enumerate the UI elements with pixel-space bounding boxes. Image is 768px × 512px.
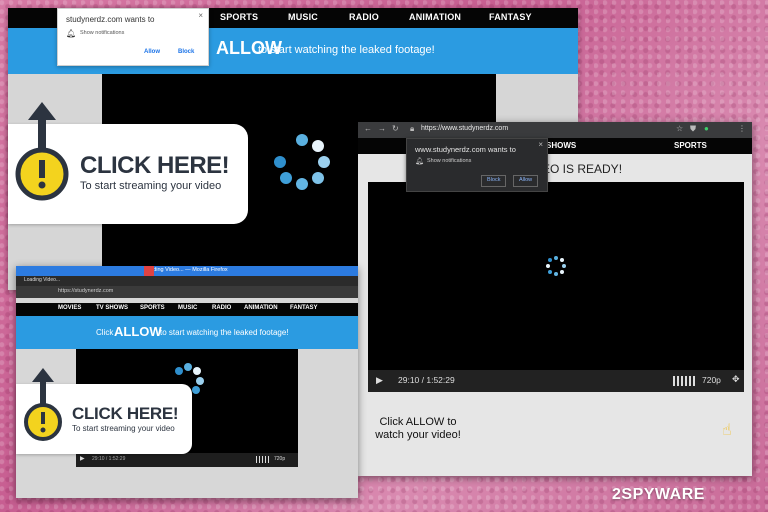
nav-item-sports[interactable]: SPORTS	[140, 305, 165, 311]
banner-pre: Click	[96, 328, 114, 337]
notification-prompt-light: studynerdz.com wants to × 🔔︎ Show notifi…	[57, 8, 209, 66]
lock-icon: 🔒︎	[410, 124, 415, 133]
alert-arrow-icon	[15, 102, 69, 201]
tab-strip: Loading Video...	[16, 276, 358, 286]
click-here-heading: CLICK HERE!	[80, 152, 230, 179]
allow-button[interactable]: Allow	[513, 175, 539, 187]
banner-text: to start watching the leaked footage!	[160, 328, 289, 337]
notification-title: www.studynerdz.com wants to	[415, 145, 516, 154]
reload-icon[interactable]: ↻	[392, 124, 399, 133]
nav-item-animation[interactable]: ANIMATION	[409, 12, 461, 22]
nav-item-fantasy[interactable]: FANTASY	[290, 305, 318, 311]
click-here-sub: To start streaming your video	[80, 180, 222, 192]
close-icon[interactable]: ×	[538, 140, 543, 149]
play-icon[interactable]: ▶	[376, 375, 383, 386]
allow-instruction: Click ALLOW to watch your video!	[375, 416, 461, 441]
nav-item-movies[interactable]: MOVIES	[58, 305, 81, 311]
nav-item-radio[interactable]: RADIO	[349, 12, 379, 22]
menu-icon[interactable]: ⋮	[738, 124, 746, 133]
window-title: Loading Video... — Mozilla Firefox	[144, 267, 228, 273]
click-here-card[interactable]: CLICK HERE! To start streaming your vide…	[8, 102, 248, 224]
volume-icon[interactable]	[673, 376, 697, 386]
block-button[interactable]: Block	[481, 175, 507, 187]
block-button[interactable]: Block	[178, 49, 194, 55]
close-icon[interactable]: ×	[198, 11, 203, 20]
play-icon[interactable]: ▶	[80, 455, 85, 462]
bell-icon: 🔔︎	[415, 158, 424, 165]
banner-text: to start watching the leaked footage!	[258, 44, 435, 56]
extension-icon[interactable]: ●	[704, 124, 709, 133]
nav-item-fantasy[interactable]: FANTASY	[489, 12, 532, 22]
address-bar[interactable]: https://studynerdz.com	[16, 286, 358, 298]
volume-icon[interactable]	[256, 456, 270, 463]
notification-prompt-dark: www.studynerdz.com wants to × 🔔︎ Show no…	[406, 138, 548, 192]
player-controls: ▶ 29:10 / 1:52:29 720p	[76, 453, 298, 467]
tab-loading-video[interactable]: Loading Video...	[24, 277, 60, 283]
notification-desc: Show notifications	[427, 158, 472, 164]
notification-desc: Show notifications	[80, 30, 125, 36]
allow-button[interactable]: Allow	[144, 49, 160, 55]
quality-button[interactable]: 720p	[702, 375, 721, 385]
video-player[interactable]	[368, 182, 744, 392]
alert-arrow-icon	[24, 368, 62, 441]
nav-item-radio[interactable]: RADIO	[212, 305, 231, 311]
loading-spinner-icon	[546, 256, 566, 276]
nav-item-shows[interactable]: SHOWS	[546, 141, 576, 150]
back-icon[interactable]: ←	[364, 124, 372, 133]
site-nav-bar: MOVIES TV SHOWS SPORTS MUSIC RADIO ANIMA…	[16, 303, 358, 316]
nav-item-sports[interactable]: SPORTS	[674, 141, 707, 150]
nav-item-animation[interactable]: ANIMATION	[244, 305, 278, 311]
watermark-logo: 2SPYWARE	[612, 486, 705, 503]
shield-icon: ⛊	[690, 124, 696, 133]
bell-icon: 🔔︎	[66, 29, 77, 38]
forward-icon[interactable]: →	[378, 124, 386, 133]
click-here-card-small[interactable]: CLICK HERE! To start streaming your vide…	[16, 368, 192, 454]
click-here-sub: To start streaming your video	[72, 424, 175, 433]
player-controls: ▶ 29:10 / 1:52:29 720p ✥	[368, 370, 744, 392]
browser-toolbar: ← → ↻ 🔒︎ https://www.studynerdz.com ☆ ⛊ …	[358, 122, 752, 138]
nav-item-music[interactable]: MUSIC	[178, 305, 197, 311]
close-icon[interactable]	[144, 266, 154, 276]
fullscreen-icon[interactable]: ✥	[732, 374, 740, 385]
player-time: 29:10 / 1:52:29	[398, 375, 455, 385]
hand-pointer-icon: ☝	[722, 422, 732, 439]
address-bar[interactable]: https://www.studynerdz.com	[421, 125, 508, 132]
banner-allow-word: ALLOW	[114, 324, 162, 339]
click-here-heading: CLICK HERE!	[72, 404, 179, 423]
notification-title: studynerdz.com wants to	[66, 15, 155, 24]
nav-item-sports[interactable]: SPORTS	[220, 12, 258, 22]
address-url[interactable]: https://studynerdz.com	[58, 288, 113, 294]
nav-item-music[interactable]: MUSIC	[288, 12, 318, 22]
nav-item-tv-shows[interactable]: TV SHOWS	[96, 305, 128, 311]
quality-button[interactable]: 720p	[274, 456, 285, 462]
star-icon[interactable]: ☆	[676, 124, 683, 133]
video-ready-text: EO IS READY!	[542, 162, 623, 176]
window-title-bar: Loading Video... — Mozilla Firefox	[16, 266, 358, 276]
allow-banner: Click ALLOW to start watching the leaked…	[16, 316, 358, 349]
player-time: 29:10 / 1:52:29	[92, 456, 126, 462]
